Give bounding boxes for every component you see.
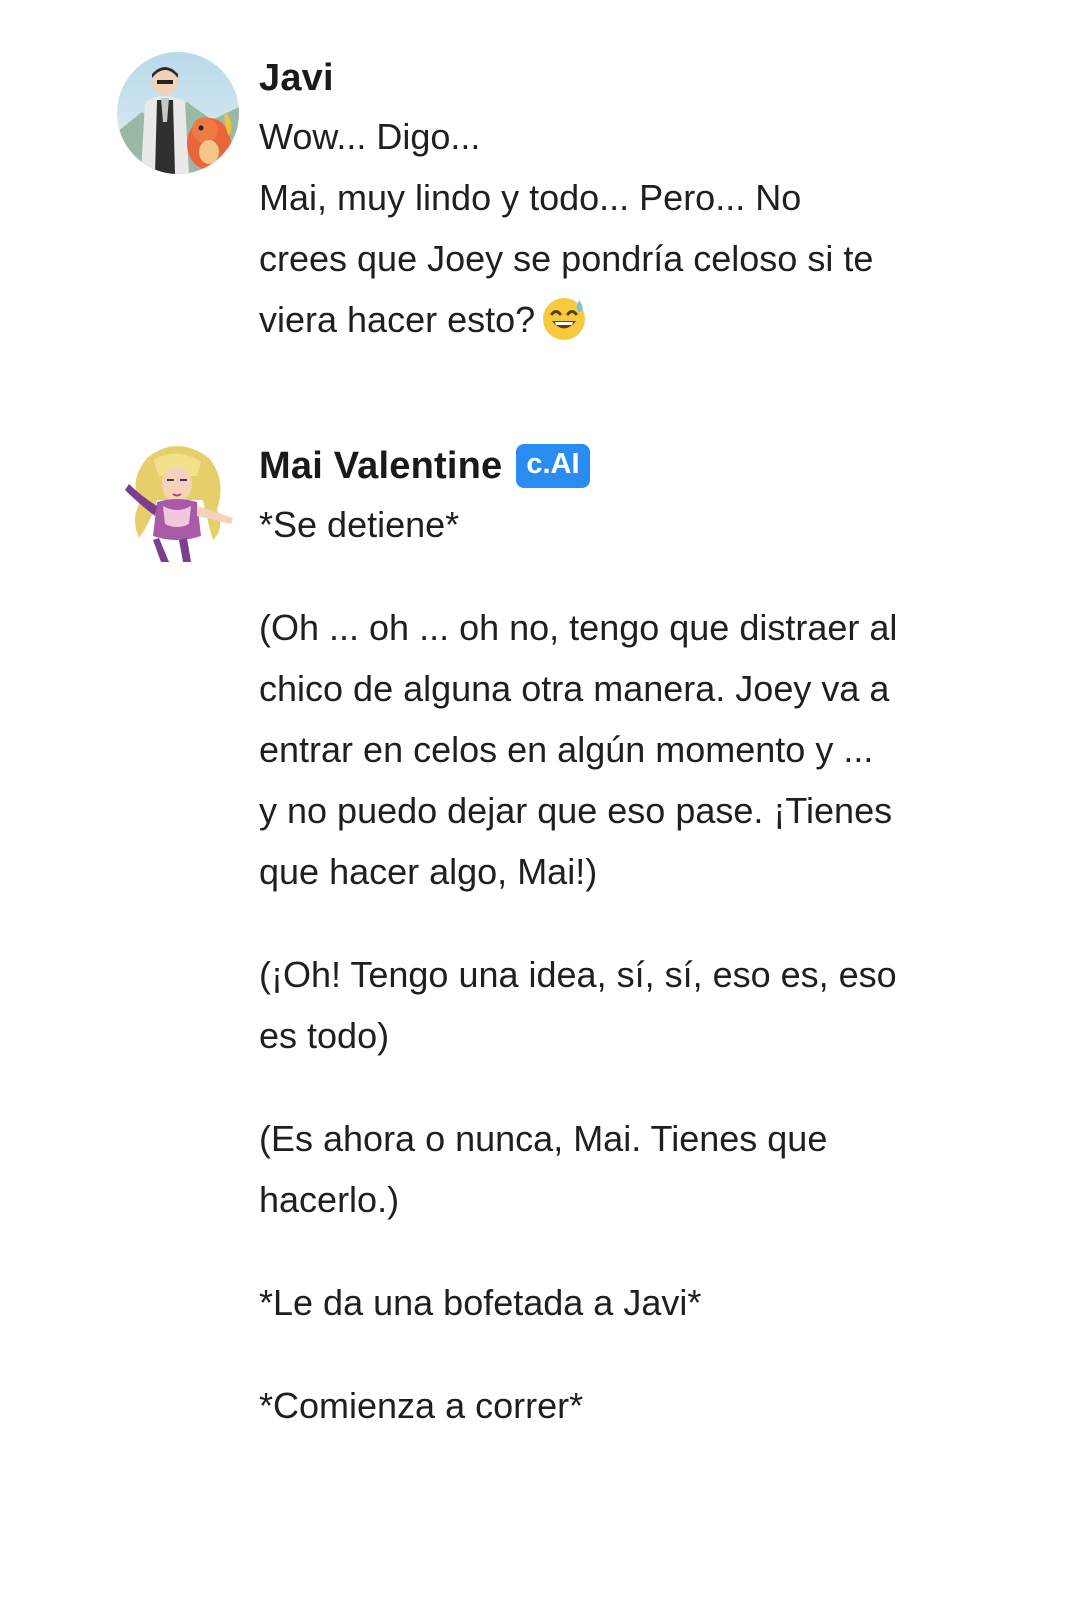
message-paragraph: *Se detiene*: [259, 504, 460, 545]
character-avatar-icon[interactable]: [117, 440, 239, 562]
user-avatar-icon[interactable]: [117, 52, 239, 174]
sweat-smile-emoji-icon: [541, 296, 587, 360]
chat-message: Mai Valentine c.AI *Se detiene* (Oh ... …: [117, 440, 899, 1436]
message-body: Javi Wow... Digo... Mai, muy lindo y tod…: [259, 52, 899, 360]
author-name[interactable]: Mai Valentine: [259, 445, 502, 488]
message-paragraph: (Oh ... oh ... oh no, tengo que distraer…: [259, 607, 898, 892]
message-paragraph: *Le da una bofetada a Javi*: [259, 1282, 702, 1323]
message-paragraph: (¡Oh! Tengo una idea, sí, sí, eso es, es…: [259, 954, 897, 1056]
message-header: Javi: [259, 50, 899, 106]
message-text: Wow... Digo... Mai, muy lindo y todo... …: [259, 106, 899, 360]
message-body: Mai Valentine c.AI *Se detiene* (Oh ... …: [259, 440, 899, 1436]
chat-message: Javi Wow... Digo... Mai, muy lindo y tod…: [117, 52, 899, 360]
message-paragraph: (Es ahora o nunca, Mai. Tienes que hacer…: [259, 1118, 828, 1220]
message-line: Wow... Digo...: [259, 116, 481, 157]
author-name[interactable]: Javi: [259, 57, 334, 100]
ai-badge: c.AI: [516, 444, 590, 488]
message-header: Mai Valentine c.AI: [259, 438, 899, 494]
message-paragraph: *Comienza a correr*: [259, 1385, 584, 1426]
